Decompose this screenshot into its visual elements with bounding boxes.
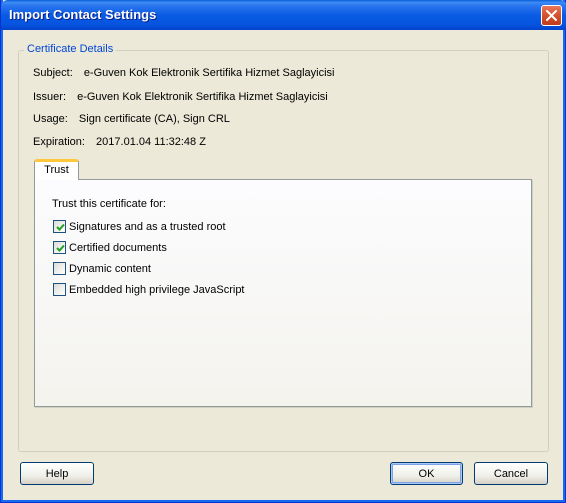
certificate-details-legend: Certificate Details (24, 43, 117, 55)
ok-button[interactable]: OK (390, 462, 463, 485)
cancel-button-label: Cancel (493, 467, 529, 480)
checkbox-label: Certified documents (69, 241, 167, 254)
usage-label: Usage: (33, 113, 68, 125)
checkbox-label: Embedded high privilege JavaScript (69, 283, 245, 296)
expiration-row: Expiration: 2017.01.04 11:32:48 Z (33, 136, 206, 148)
checkbox-label: Dynamic content (69, 262, 151, 275)
issuer-label: Issuer: (33, 91, 67, 103)
checkbox-box[interactable] (53, 220, 66, 233)
subject-label: Subject: (33, 67, 73, 79)
subject-value: e-Guven Kok Elektronik Sertifika Hizmet … (83, 67, 335, 79)
close-button[interactable] (541, 5, 562, 26)
ok-button-label: OK (418, 467, 435, 480)
help-button[interactable]: Help (20, 462, 94, 485)
help-button-label: Help (45, 467, 69, 480)
tab-trust[interactable]: Trust (34, 159, 79, 180)
usage-row: Usage: Sign certificate (CA), Sign CRL (33, 113, 230, 125)
checkbox-label: Signatures and as a trusted root (69, 220, 226, 233)
tab-trust-label: Trust (44, 164, 69, 176)
dialog-window: Import Contact Settings Certificate Deta… (0, 0, 566, 503)
trust-heading: Trust this certificate for: (52, 198, 166, 210)
cancel-button[interactable]: Cancel (474, 462, 548, 485)
issuer-row: Issuer: e-Guven Kok Elektronik Sertifika… (33, 91, 328, 103)
checkbox-dynamic-content[interactable]: Dynamic content (53, 262, 151, 275)
checkbox-certified-documents[interactable]: Certified documents (53, 241, 167, 254)
checkmark-icon (56, 244, 65, 252)
close-icon (546, 10, 557, 21)
checkbox-box[interactable] (53, 241, 66, 254)
checkmark-icon (56, 223, 65, 231)
checkbox-box[interactable] (53, 283, 66, 296)
expiration-value: 2017.01.04 11:32:48 Z (96, 136, 206, 148)
checkbox-box[interactable] (53, 262, 66, 275)
subject-row: Subject: e-Guven Kok Elektronik Sertifik… (33, 67, 334, 79)
usage-value: Sign certificate (CA), Sign CRL (78, 113, 230, 125)
window-title: Import Contact Settings (9, 7, 157, 22)
issuer-value: e-Guven Kok Elektronik Sertifika Hizmet … (77, 91, 328, 103)
checkbox-embedded-javascript[interactable]: Embedded high privilege JavaScript (53, 283, 245, 296)
checkbox-signatures[interactable]: Signatures and as a trusted root (53, 220, 226, 233)
expiration-label: Expiration: (33, 136, 85, 148)
title-bar[interactable]: Import Contact Settings (1, 0, 566, 30)
